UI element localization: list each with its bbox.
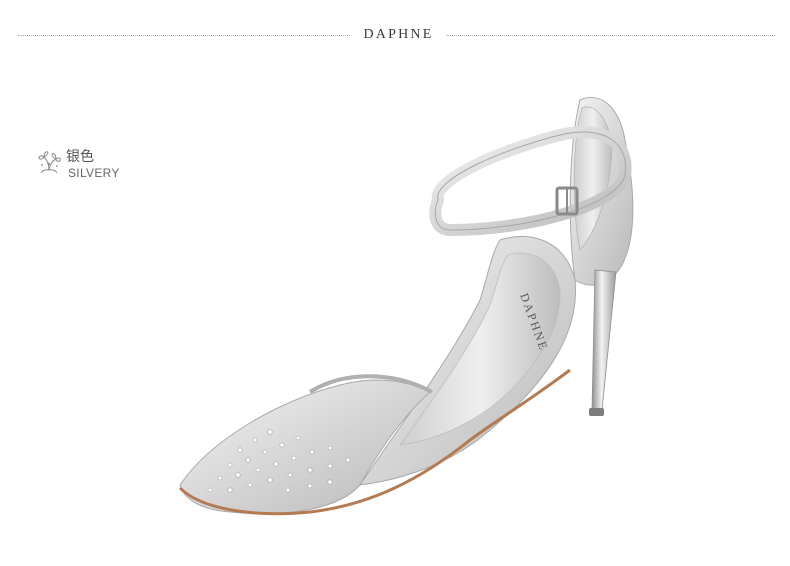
dotted-divider-left [18,35,350,36]
brand-header: DAPHNE [0,24,790,48]
dotted-divider-right [447,35,775,36]
color-tag: 银色 SILVERY [35,144,155,184]
heel-tip [589,408,604,416]
color-name-english: SILVERY [68,166,120,180]
brand-logo-text: DAPHNE [363,27,434,42]
flower-icon [38,151,61,174]
stiletto-heel [591,269,617,411]
product-image: DAPHNE [178,96,634,516]
color-name-chinese: 银色 [66,148,94,164]
